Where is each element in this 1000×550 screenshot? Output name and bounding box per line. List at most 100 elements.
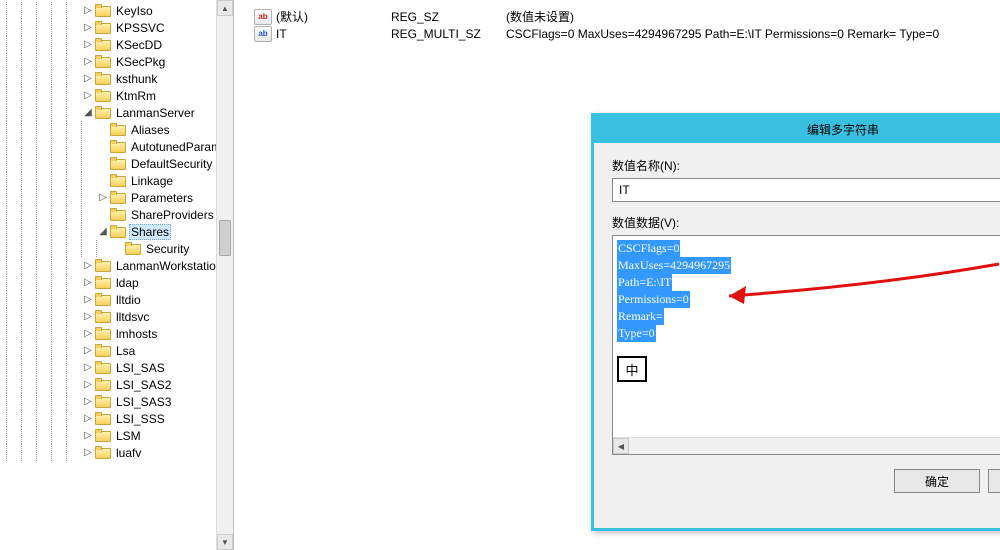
tree-item-defaultsecurity[interactable]: ·DefaultSecurity (0, 155, 233, 172)
ok-button[interactable]: 确定 (894, 469, 980, 493)
tree-item-ldap[interactable]: ▷ ldap (0, 274, 233, 291)
tree-item-label: KSecDD (114, 38, 164, 52)
tree-item-ksecdd[interactable]: ▷ KSecDD (0, 36, 233, 53)
expand-icon[interactable]: ▷ (81, 55, 95, 69)
tree-item-autotunedparame[interactable]: ·AutotunedParame (0, 138, 233, 155)
folder-icon (95, 55, 111, 68)
tree-scrollbar[interactable]: ▲ ▼ (216, 0, 233, 550)
expand-icon[interactable]: ▷ (81, 361, 95, 375)
folder-icon (95, 344, 111, 357)
expand-icon[interactable]: ▷ (81, 395, 95, 409)
expand-icon[interactable]: ▷ (81, 89, 95, 103)
value-type: REG_MULTI_SZ (391, 27, 506, 41)
tree-item-shares[interactable]: ◢Shares (0, 223, 233, 240)
value-row[interactable]: abITREG_MULTI_SZCSCFlags=0 MaxUses=42949… (234, 25, 1000, 42)
expand-icon[interactable]: ▷ (81, 327, 95, 341)
tree-item-lsi_sas3[interactable]: ▷LSI_SAS3 (0, 393, 233, 410)
tree-item-label: Parameters (129, 191, 195, 205)
value-name-input[interactable] (612, 178, 1000, 202)
dialog-titlebar[interactable]: 编辑多字符串 X (594, 116, 1000, 143)
expand-icon[interactable]: ▷ (96, 191, 110, 205)
expand-icon[interactable]: ▷ (81, 38, 95, 52)
data-line: Remark= (617, 308, 664, 325)
expand-icon[interactable]: ▷ (81, 344, 95, 358)
tree-item-lanmanworkstation[interactable]: ▷LanmanWorkstation (0, 257, 233, 274)
tree-item-parameters[interactable]: ▷ Parameters (0, 189, 233, 206)
expand-icon[interactable]: ▷ (81, 429, 95, 443)
data-line: CSCFlags=0 (617, 240, 680, 257)
tree-item-label: Aliases (129, 123, 172, 137)
expand-icon[interactable]: ▷ (81, 72, 95, 86)
tree-item-lsi_sas[interactable]: ▷ LSI_SAS (0, 359, 233, 376)
scroll-thumb[interactable] (219, 220, 231, 256)
value-data-textarea[interactable]: CSCFlags=0MaxUses=4294967295Path=E:\ITPe… (612, 235, 1000, 455)
tree-item-lanmanserver[interactable]: ◢ LanmanServer (0, 104, 233, 121)
folder-icon (95, 412, 111, 425)
tree-item-lmhosts[interactable]: ▷lmhosts (0, 325, 233, 342)
tree-item-label: KeyIso (114, 4, 155, 18)
tree-item-luafv[interactable]: ▷luafv (0, 444, 233, 461)
expand-icon[interactable]: ▷ (81, 21, 95, 35)
tree-item-label: LSM (114, 429, 143, 443)
tree-item-lsi_sss[interactable]: ▷LSI_SSS (0, 410, 233, 427)
scroll-up-button[interactable]: ▲ (217, 0, 233, 16)
tree-item-ksthunk[interactable]: ▷ ksthunk (0, 70, 233, 87)
expand-icon[interactable]: ▷ (81, 293, 95, 307)
string-value-icon: ab (254, 9, 272, 25)
tree-item-lsm[interactable]: ▷ LSM (0, 427, 233, 444)
data-line: Path=E:\IT (617, 274, 672, 291)
expand-icon[interactable]: ▷ (81, 446, 95, 460)
folder-icon (95, 378, 111, 391)
folder-icon (95, 446, 111, 459)
expand-icon[interactable]: ▷ (81, 259, 95, 273)
tree-item-label: Security (144, 242, 191, 256)
tree-item-label: LanmanServer (114, 106, 197, 120)
folder-icon (95, 89, 111, 102)
value-type: REG_SZ (391, 10, 506, 24)
tree-item-lltdsvc[interactable]: ▷lltdsvc (0, 308, 233, 325)
tree-item-lsa[interactable]: ▷ Lsa (0, 342, 233, 359)
tree-item-kpssvc[interactable]: ▷ KPSSVC (0, 19, 233, 36)
expand-icon[interactable]: ▷ (81, 276, 95, 290)
tree-item-aliases[interactable]: ·Aliases (0, 121, 233, 138)
tree-item-label: ksthunk (114, 72, 159, 86)
tree-item-keyiso[interactable]: ▷ KeyIso (0, 2, 233, 19)
folder-icon (95, 259, 111, 272)
folder-icon (110, 123, 126, 136)
folder-icon (95, 106, 111, 119)
tree-item-security[interactable]: ·Security (0, 240, 233, 257)
collapse-icon[interactable]: ◢ (81, 106, 95, 120)
tree-item-label: Lsa (114, 344, 137, 358)
expand-icon[interactable]: ▷ (81, 412, 95, 426)
tree-item-ksecpkg[interactable]: ▷KSecPkg (0, 53, 233, 70)
tree-item-shareproviders[interactable]: ·ShareProviders (0, 206, 233, 223)
tree-item-ktmrm[interactable]: ▷KtmRm (0, 87, 233, 104)
tree-item-lsi_sas2[interactable]: ▷LSI_SAS2 (0, 376, 233, 393)
scroll-down-button[interactable]: ▼ (217, 534, 233, 550)
expand-icon[interactable]: ▷ (81, 310, 95, 324)
tree-item-label: AutotunedParame (129, 140, 230, 154)
folder-icon (95, 429, 111, 442)
textarea-hscroll[interactable]: ◀ ▶ (613, 437, 1000, 454)
folder-icon (110, 208, 126, 221)
tree-item-lltdio[interactable]: ▷lltdio (0, 291, 233, 308)
tree-item-label: DefaultSecurity (129, 157, 214, 171)
scroll-left-icon[interactable]: ◀ (613, 438, 629, 454)
value-data-label: 数值数据(V): (612, 214, 1000, 231)
tree-item-label: LSI_SAS (114, 361, 167, 375)
expand-icon[interactable]: ▷ (81, 4, 95, 18)
data-line: Type=0 (617, 325, 656, 342)
tree-item-label: ldap (114, 276, 141, 290)
tree-item-linkage[interactable]: ·Linkage (0, 172, 233, 189)
tree-item-label: KPSSVC (114, 21, 167, 35)
registry-tree[interactable]: ▷KeyIso▷KPSSVC▷KSecDD▷KSecPkg▷ksthunk▷Kt… (0, 0, 233, 461)
ime-indicator: 中 (617, 356, 647, 382)
value-row[interactable]: ab(默认)REG_SZ(数值未设置) (234, 8, 1000, 25)
value-data: CSCFlags=0 MaxUses=4294967295 Path=E:\IT… (506, 27, 1000, 41)
collapse-icon[interactable]: ◢ (96, 225, 110, 239)
folder-icon (95, 72, 111, 85)
folder-icon (110, 140, 126, 153)
folder-icon (95, 395, 111, 408)
cancel-button[interactable]: 取消 (988, 469, 1000, 493)
expand-icon[interactable]: ▷ (81, 378, 95, 392)
